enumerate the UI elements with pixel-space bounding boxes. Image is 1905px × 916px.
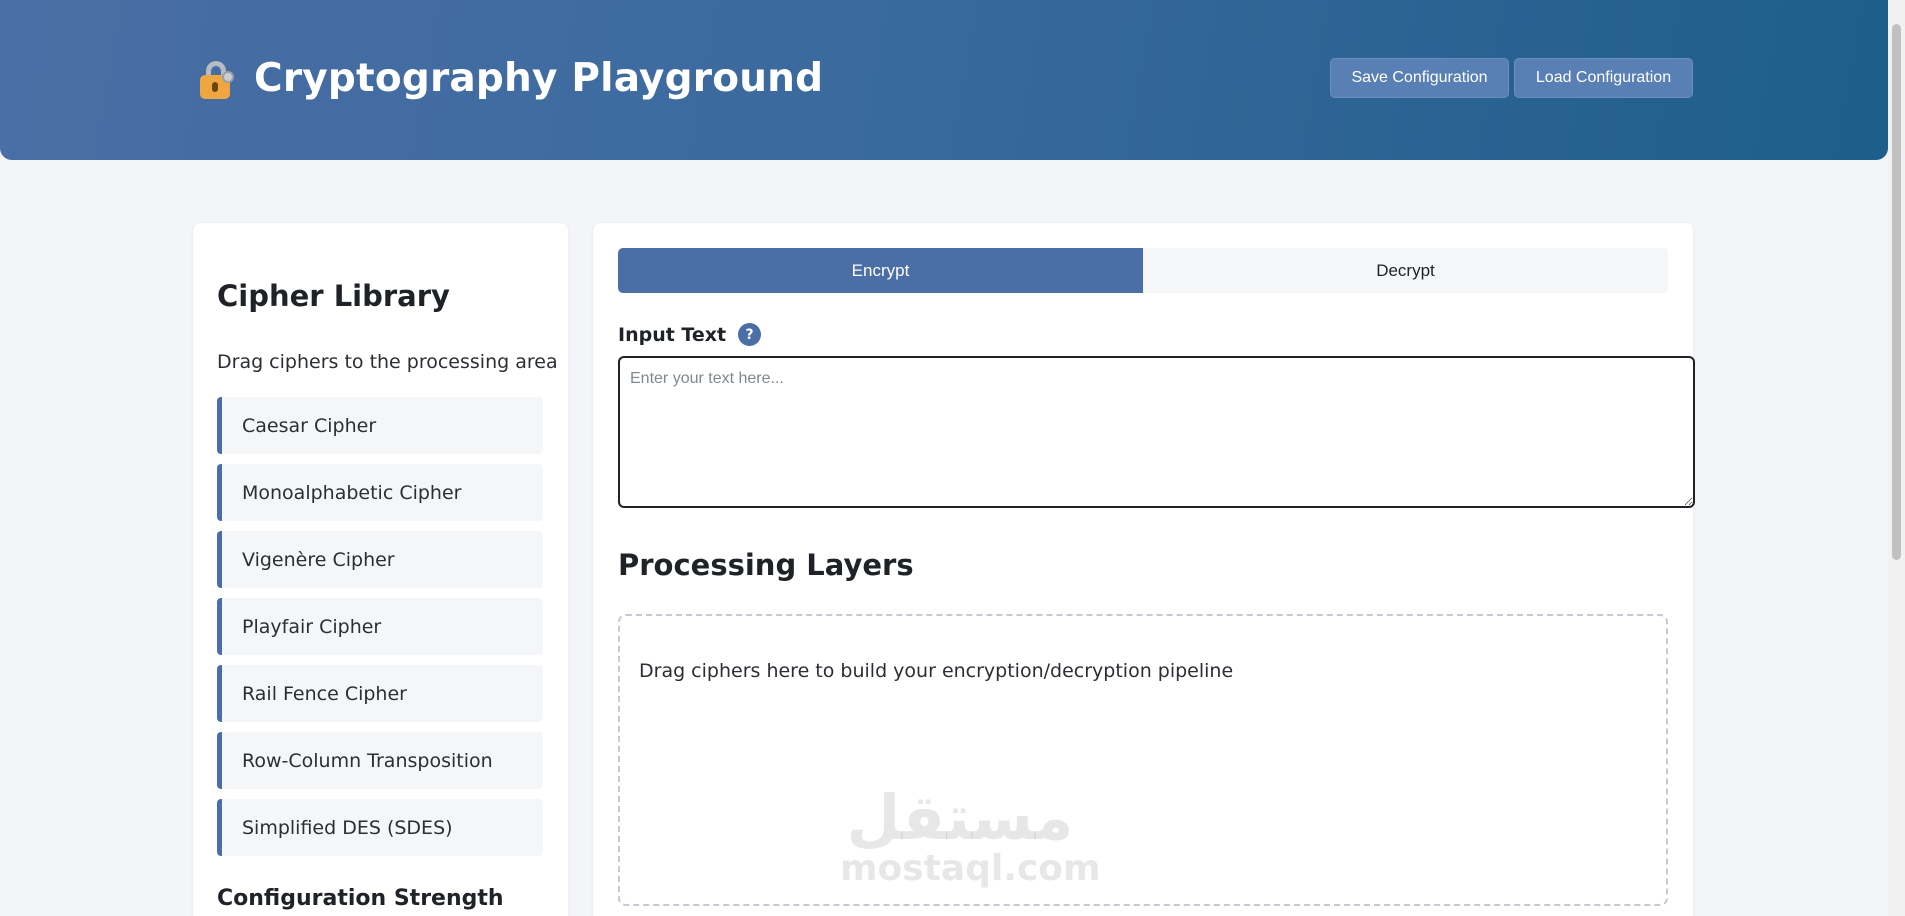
brand: Cryptography Playground bbox=[198, 56, 823, 101]
cipher-item-sdes[interactable]: Simplified DES (SDES) bbox=[217, 799, 543, 856]
cipher-item-rail-fence[interactable]: Rail Fence Cipher bbox=[217, 665, 543, 722]
tab-encrypt[interactable]: Encrypt bbox=[618, 248, 1143, 293]
input-text-label: Input Text ? bbox=[618, 323, 762, 346]
processing-panel: Encrypt Decrypt Input Text ? Processing … bbox=[593, 223, 1695, 916]
save-configuration-button[interactable]: Save Configuration bbox=[1330, 58, 1509, 98]
load-configuration-button[interactable]: Load Configuration bbox=[1514, 58, 1693, 98]
configuration-strength-title: Configuration Strength bbox=[217, 886, 504, 911]
cipher-library-hint: Drag ciphers to the processing area bbox=[217, 351, 558, 373]
mode-tabs: Encrypt Decrypt bbox=[618, 248, 1668, 293]
app-title: Cryptography Playground bbox=[254, 56, 824, 101]
pipeline-dropzone[interactable]: Drag ciphers here to build your encrypti… bbox=[618, 614, 1668, 906]
input-text-area[interactable] bbox=[618, 356, 1695, 508]
help-icon[interactable]: ? bbox=[738, 323, 762, 346]
watermark-logo: مستقل mostaql.com bbox=[840, 781, 1101, 889]
input-text-label-text: Input Text bbox=[618, 323, 727, 346]
scrollbar-thumb[interactable] bbox=[1892, 24, 1901, 560]
app-header: Cryptography Playground Save Configurati… bbox=[0, 0, 1888, 160]
watermark-arabic: مستقل bbox=[846, 781, 1074, 854]
watermark-latin: mostaql.com bbox=[840, 848, 1101, 889]
cipher-item-vigenere[interactable]: Vigenère Cipher bbox=[217, 531, 543, 588]
tab-decrypt[interactable]: Decrypt bbox=[1143, 248, 1668, 293]
cipher-item-caesar[interactable]: Caesar Cipher bbox=[217, 397, 543, 454]
cipher-item-playfair[interactable]: Playfair Cipher bbox=[217, 598, 543, 655]
processing-layers-title: Processing Layers bbox=[618, 548, 914, 582]
cipher-library-title: Cipher Library bbox=[217, 279, 450, 313]
dropzone-hint: Drag ciphers here to build your encrypti… bbox=[639, 660, 1234, 682]
cipher-item-monoalphabetic[interactable]: Monoalphabetic Cipher bbox=[217, 464, 543, 521]
cipher-item-row-column[interactable]: Row-Column Transposition bbox=[217, 732, 543, 789]
page-scrollbar[interactable] bbox=[1888, 0, 1905, 916]
cipher-library-panel: Cipher Library Drag ciphers to the proce… bbox=[193, 223, 568, 916]
cipher-list: Caesar Cipher Monoalphabetic Cipher Vige… bbox=[217, 397, 543, 866]
lock-with-key-icon bbox=[198, 59, 236, 99]
